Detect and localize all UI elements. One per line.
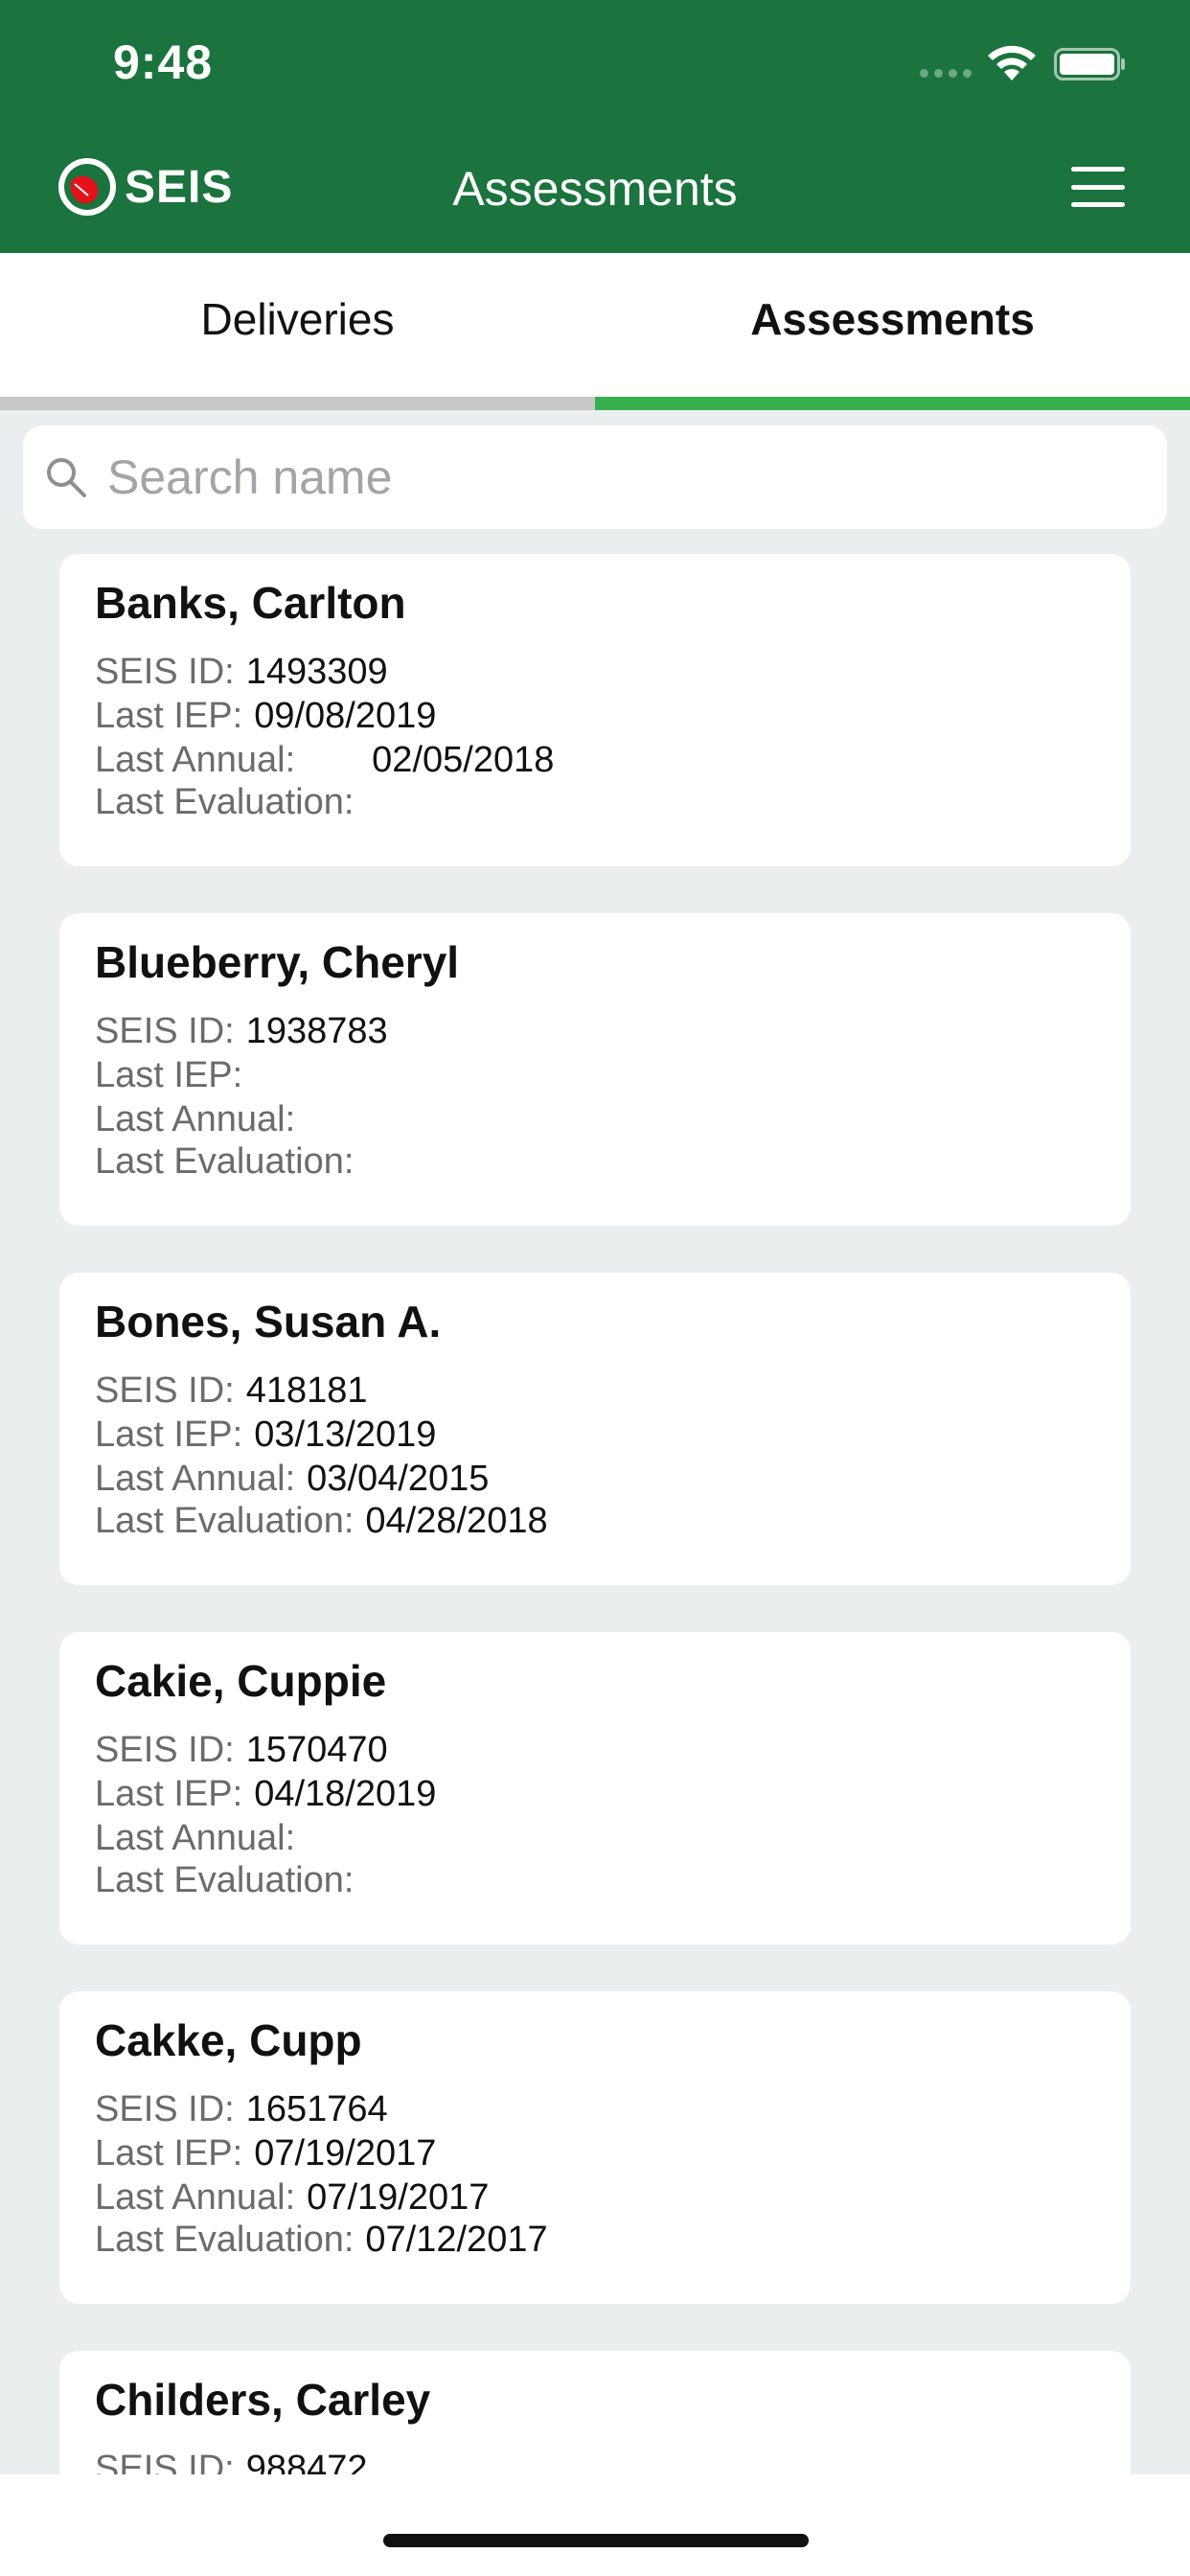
student-card[interactable]: Childers, Carley SEIS ID: 988472 xyxy=(59,2351,1131,2474)
last-annual-label: Last Annual: xyxy=(95,1818,296,1858)
status-bar: 9:48 xyxy=(0,0,1190,126)
student-card[interactable]: Blueberry, Cheryl SEIS ID: 1938783 Last I… xyxy=(59,913,1131,1226)
last-iep-value: 04/18/2019 xyxy=(254,1774,437,1814)
seis-id-label: SEIS ID: xyxy=(95,2089,235,2129)
last-iep-label: Last IEP: xyxy=(95,696,243,736)
last-iep-value: 09/08/2019 xyxy=(254,696,437,736)
student-name: Childers, Carley xyxy=(95,2375,431,2425)
status-time: 9:48 xyxy=(113,35,214,89)
battery-icon xyxy=(1054,48,1125,80)
search-bar xyxy=(23,426,1167,529)
last-evaluation-row: Last Evaluation: xyxy=(95,1141,365,1183)
student-list[interactable]: Banks, Carlton SEIS ID: 1493309 Last IEP:… xyxy=(0,529,1190,2474)
seis-id-row: SEIS ID: 1651764 xyxy=(95,2089,388,2130)
seis-id-label: SEIS ID: xyxy=(95,1011,235,1051)
last-iep-label: Last IEP: xyxy=(95,2133,243,2174)
last-annual-value: 07/19/2017 xyxy=(307,2177,490,2218)
last-iep-row: Last IEP: 04/18/2019 xyxy=(95,1774,436,1815)
last-iep-row: Last IEP: xyxy=(95,1055,254,1096)
tab-underline xyxy=(0,397,595,410)
student-name: Cakie, Cuppie xyxy=(95,1656,387,1706)
last-evaluation-label: Last Evaluation: xyxy=(95,2220,355,2260)
student-card[interactable]: Cakke, Cupp SEIS ID: 1651764 Last IEP: 07/… xyxy=(59,1991,1131,2304)
tab-label: Deliveries xyxy=(200,294,395,344)
tab-assessments[interactable]: Assessments xyxy=(595,253,1190,410)
student-card[interactable]: Bones, Susan A. SEIS ID: 418181 Last IEP:… xyxy=(59,1273,1131,1585)
seis-id-value: 418181 xyxy=(245,1370,368,1411)
last-evaluation-label: Last Evaluation: xyxy=(95,782,355,822)
student-card[interactable]: Cakie, Cuppie SEIS ID: 1570470 Last IEP: 0… xyxy=(59,1632,1131,1944)
search-input[interactable] xyxy=(107,449,1142,505)
last-evaluation-row: Last Evaluation: 04/28/2018 xyxy=(95,1501,548,1542)
seis-id-row: SEIS ID: 988472 xyxy=(95,2449,368,2474)
seis-id-value: 1938783 xyxy=(245,1011,388,1051)
wifi-icon xyxy=(988,45,1036,80)
last-iep-value: 03/13/2019 xyxy=(254,1414,437,1455)
student-name: Blueberry, Cheryl xyxy=(95,937,460,987)
home-indicator[interactable] xyxy=(383,2534,809,2547)
student-name: Banks, Carlton xyxy=(95,578,406,628)
last-evaluation-label: Last Evaluation: xyxy=(95,1501,355,1541)
student-name: Bones, Susan A. xyxy=(95,1297,442,1346)
search-icon xyxy=(47,458,86,497)
home-indicator-area xyxy=(0,2474,1190,2576)
app-header: SEIS Assessments xyxy=(0,126,1190,253)
last-annual-value: 02/05/2018 xyxy=(372,740,555,780)
last-annual-label: Last Annual: xyxy=(95,1459,296,1499)
last-annual-row: Last Annual: 02/05/2018 xyxy=(95,740,554,781)
student-name: Cakke, Cupp xyxy=(95,2015,362,2065)
last-annual-row: Last Annual: 03/04/2015 xyxy=(95,1459,489,1500)
seis-id-label: SEIS ID: xyxy=(95,1730,235,1770)
seis-id-row: SEIS ID: 1493309 xyxy=(95,652,388,693)
last-annual-label: Last Annual: xyxy=(95,740,296,780)
seis-id-label: SEIS ID: xyxy=(95,2449,235,2474)
tab-label: Assessments xyxy=(750,294,1035,344)
last-evaluation-label: Last Evaluation: xyxy=(95,1141,355,1182)
last-iep-row: Last IEP: 07/19/2017 xyxy=(95,2133,436,2174)
last-iep-row: Last IEP: 09/08/2019 xyxy=(95,696,436,737)
last-iep-label: Last IEP: xyxy=(95,1055,243,1095)
seis-id-row: SEIS ID: 1570470 xyxy=(95,1730,388,1771)
last-annual-label: Last Annual: xyxy=(95,1099,296,1139)
last-evaluation-row: Last Evaluation: xyxy=(95,1860,365,1901)
last-evaluation-value: 07/12/2017 xyxy=(365,2220,548,2260)
student-card[interactable]: Banks, Carlton SEIS ID: 1493309 Last IEP:… xyxy=(59,554,1131,866)
seis-id-value: 1493309 xyxy=(245,652,388,692)
last-iep-label: Last IEP: xyxy=(95,1774,243,1814)
seis-id-row: SEIS ID: 418181 xyxy=(95,1370,368,1412)
last-annual-row: Last Annual: xyxy=(95,1818,307,1859)
seis-id-value: 1570470 xyxy=(245,1730,388,1770)
seis-id-value: 1651764 xyxy=(245,2089,388,2129)
last-annual-row: Last Annual: 07/19/2017 xyxy=(95,2177,489,2219)
tab-deliveries[interactable]: Deliveries xyxy=(0,253,595,410)
last-evaluation-row: Last Evaluation: 07/12/2017 xyxy=(95,2220,548,2261)
last-iep-label: Last IEP: xyxy=(95,1414,243,1455)
last-iep-row: Last IEP: 03/13/2019 xyxy=(95,1414,436,1456)
seis-id-label: SEIS ID: xyxy=(95,652,235,692)
seis-id-row: SEIS ID: 1938783 xyxy=(95,1011,388,1052)
last-evaluation-row: Last Evaluation: xyxy=(95,782,365,823)
seis-id-label: SEIS ID: xyxy=(95,1370,235,1411)
last-annual-value: 03/04/2015 xyxy=(307,1459,490,1499)
last-evaluation-value: 04/28/2018 xyxy=(365,1501,548,1541)
tab-underline-active xyxy=(595,397,1190,410)
last-annual-row: Last Annual: xyxy=(95,1099,307,1140)
last-annual-label: Last Annual: xyxy=(95,2177,296,2218)
page-title: Assessments xyxy=(452,162,738,216)
cellular-signal-icon xyxy=(920,69,972,78)
hamburger-menu-icon[interactable] xyxy=(1071,167,1125,207)
last-evaluation-label: Last Evaluation: xyxy=(95,1860,355,1900)
last-iep-value: 07/19/2017 xyxy=(254,2133,437,2174)
tab-bar: Deliveries Assessments xyxy=(0,253,1190,410)
seis-id-value: 988472 xyxy=(245,2449,368,2474)
